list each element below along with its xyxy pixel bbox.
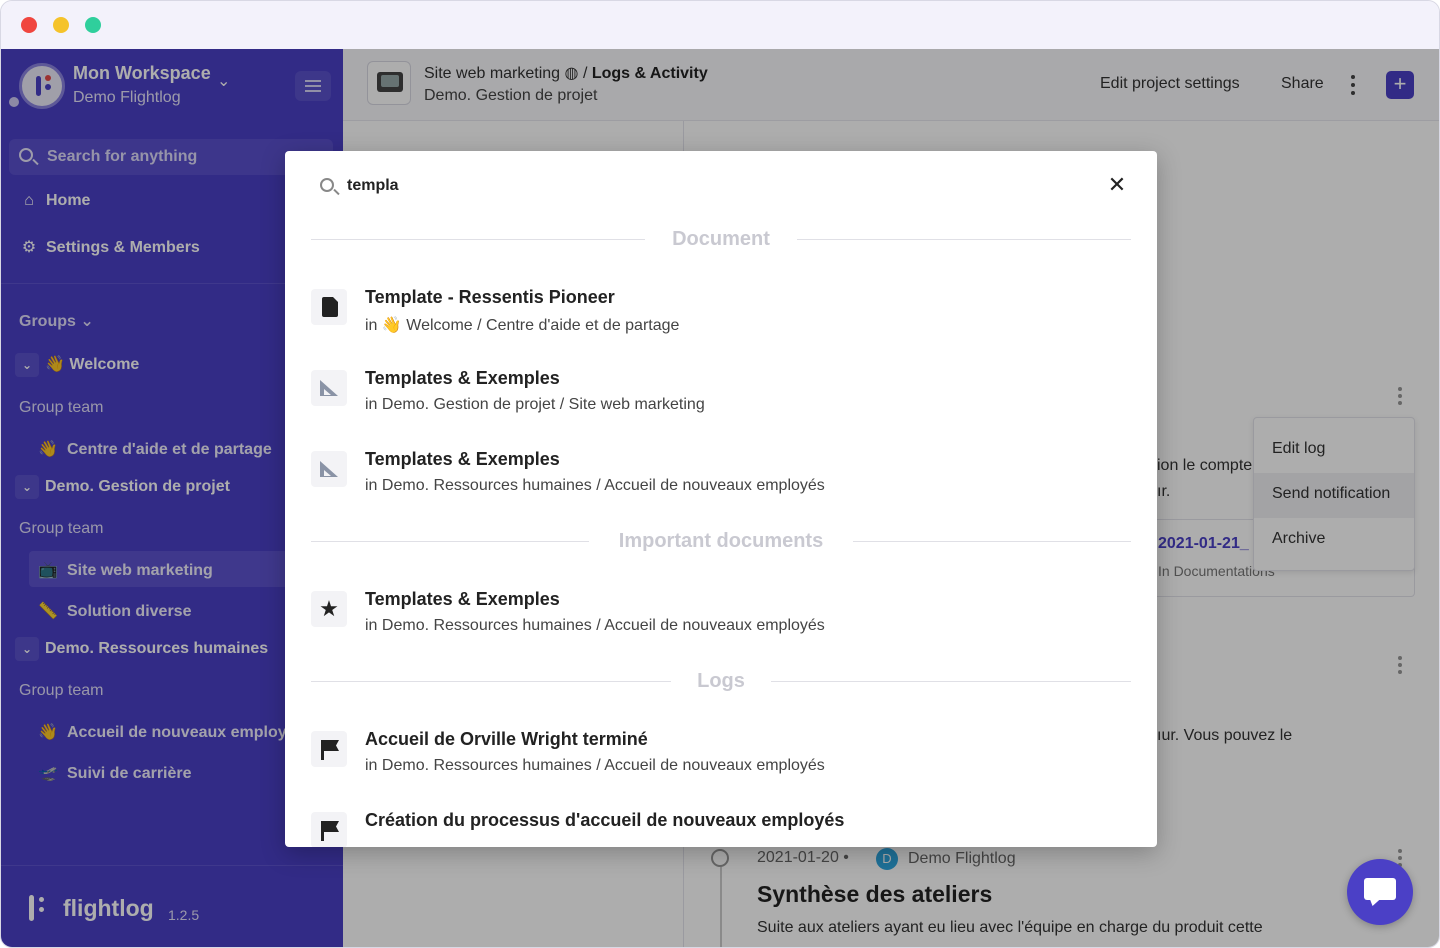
chat-bubble-icon — [1364, 878, 1396, 900]
search-result[interactable]: Accueil de Orville Wright terminé in Dem… — [311, 729, 1131, 789]
section-title-important: Important documents — [618, 530, 824, 552]
search-result[interactable]: Template - Ressentis Pioneer in 👋 Welcom… — [311, 287, 1131, 347]
document-icon — [311, 289, 347, 325]
close-window-button[interactable] — [21, 17, 37, 33]
search-result[interactable]: ★ Templates & Exemples in Demo. Ressourc… — [311, 589, 1131, 649]
waving-hand-icon: 👋 — [381, 317, 402, 334]
set-square-icon — [311, 451, 347, 487]
result-path: in Demo. Ressources humaines / Accueil d… — [365, 757, 825, 774]
section-title-logs: Logs — [697, 670, 745, 692]
title-bar — [1, 1, 1439, 49]
result-title: Accueil de Orville Wright terminé — [365, 729, 648, 749]
search-result[interactable]: Templates & Exemples in Demo. Ressources… — [311, 449, 1131, 509]
search-modal: ✕ Document Template - Ressentis Pioneer … — [285, 151, 1157, 847]
app-window: Mon Workspace Demo Flightlog ⌄ Search fo… — [0, 0, 1440, 948]
result-path: in Demo. Ressources humaines / Accueil d… — [365, 617, 825, 634]
result-title: Template - Ressentis Pioneer — [365, 287, 615, 307]
result-path: in Demo. Ressources humaines / Accueil d… — [365, 477, 825, 494]
section-title-document: Document — [672, 228, 770, 250]
set-square-icon — [311, 370, 347, 406]
result-path: in 👋 Welcome / Centre d'aide et de parta… — [365, 317, 680, 334]
search-result[interactable]: Création du processus d'accueil de nouve… — [311, 810, 1131, 847]
search-input[interactable] — [347, 173, 1047, 199]
search-result[interactable]: Templates & Exemples in Demo. Gestion de… — [311, 368, 1131, 428]
star-icon: ★ — [311, 591, 347, 627]
maximize-window-button[interactable] — [85, 17, 101, 33]
minimize-window-button[interactable] — [53, 17, 69, 33]
result-title: Templates & Exemples — [365, 589, 560, 609]
result-title: Templates & Exemples — [365, 368, 560, 388]
result-title: Création du processus d'accueil de nouve… — [365, 810, 845, 830]
close-icon[interactable]: ✕ — [1105, 173, 1129, 197]
result-path: in Demo. Gestion de projet / Site web ma… — [365, 396, 705, 413]
search-icon — [320, 178, 334, 192]
chat-support-button[interactable] — [1347, 859, 1413, 925]
result-title: Templates & Exemples — [365, 449, 560, 469]
flag-icon — [311, 731, 347, 767]
flag-icon — [311, 812, 347, 847]
